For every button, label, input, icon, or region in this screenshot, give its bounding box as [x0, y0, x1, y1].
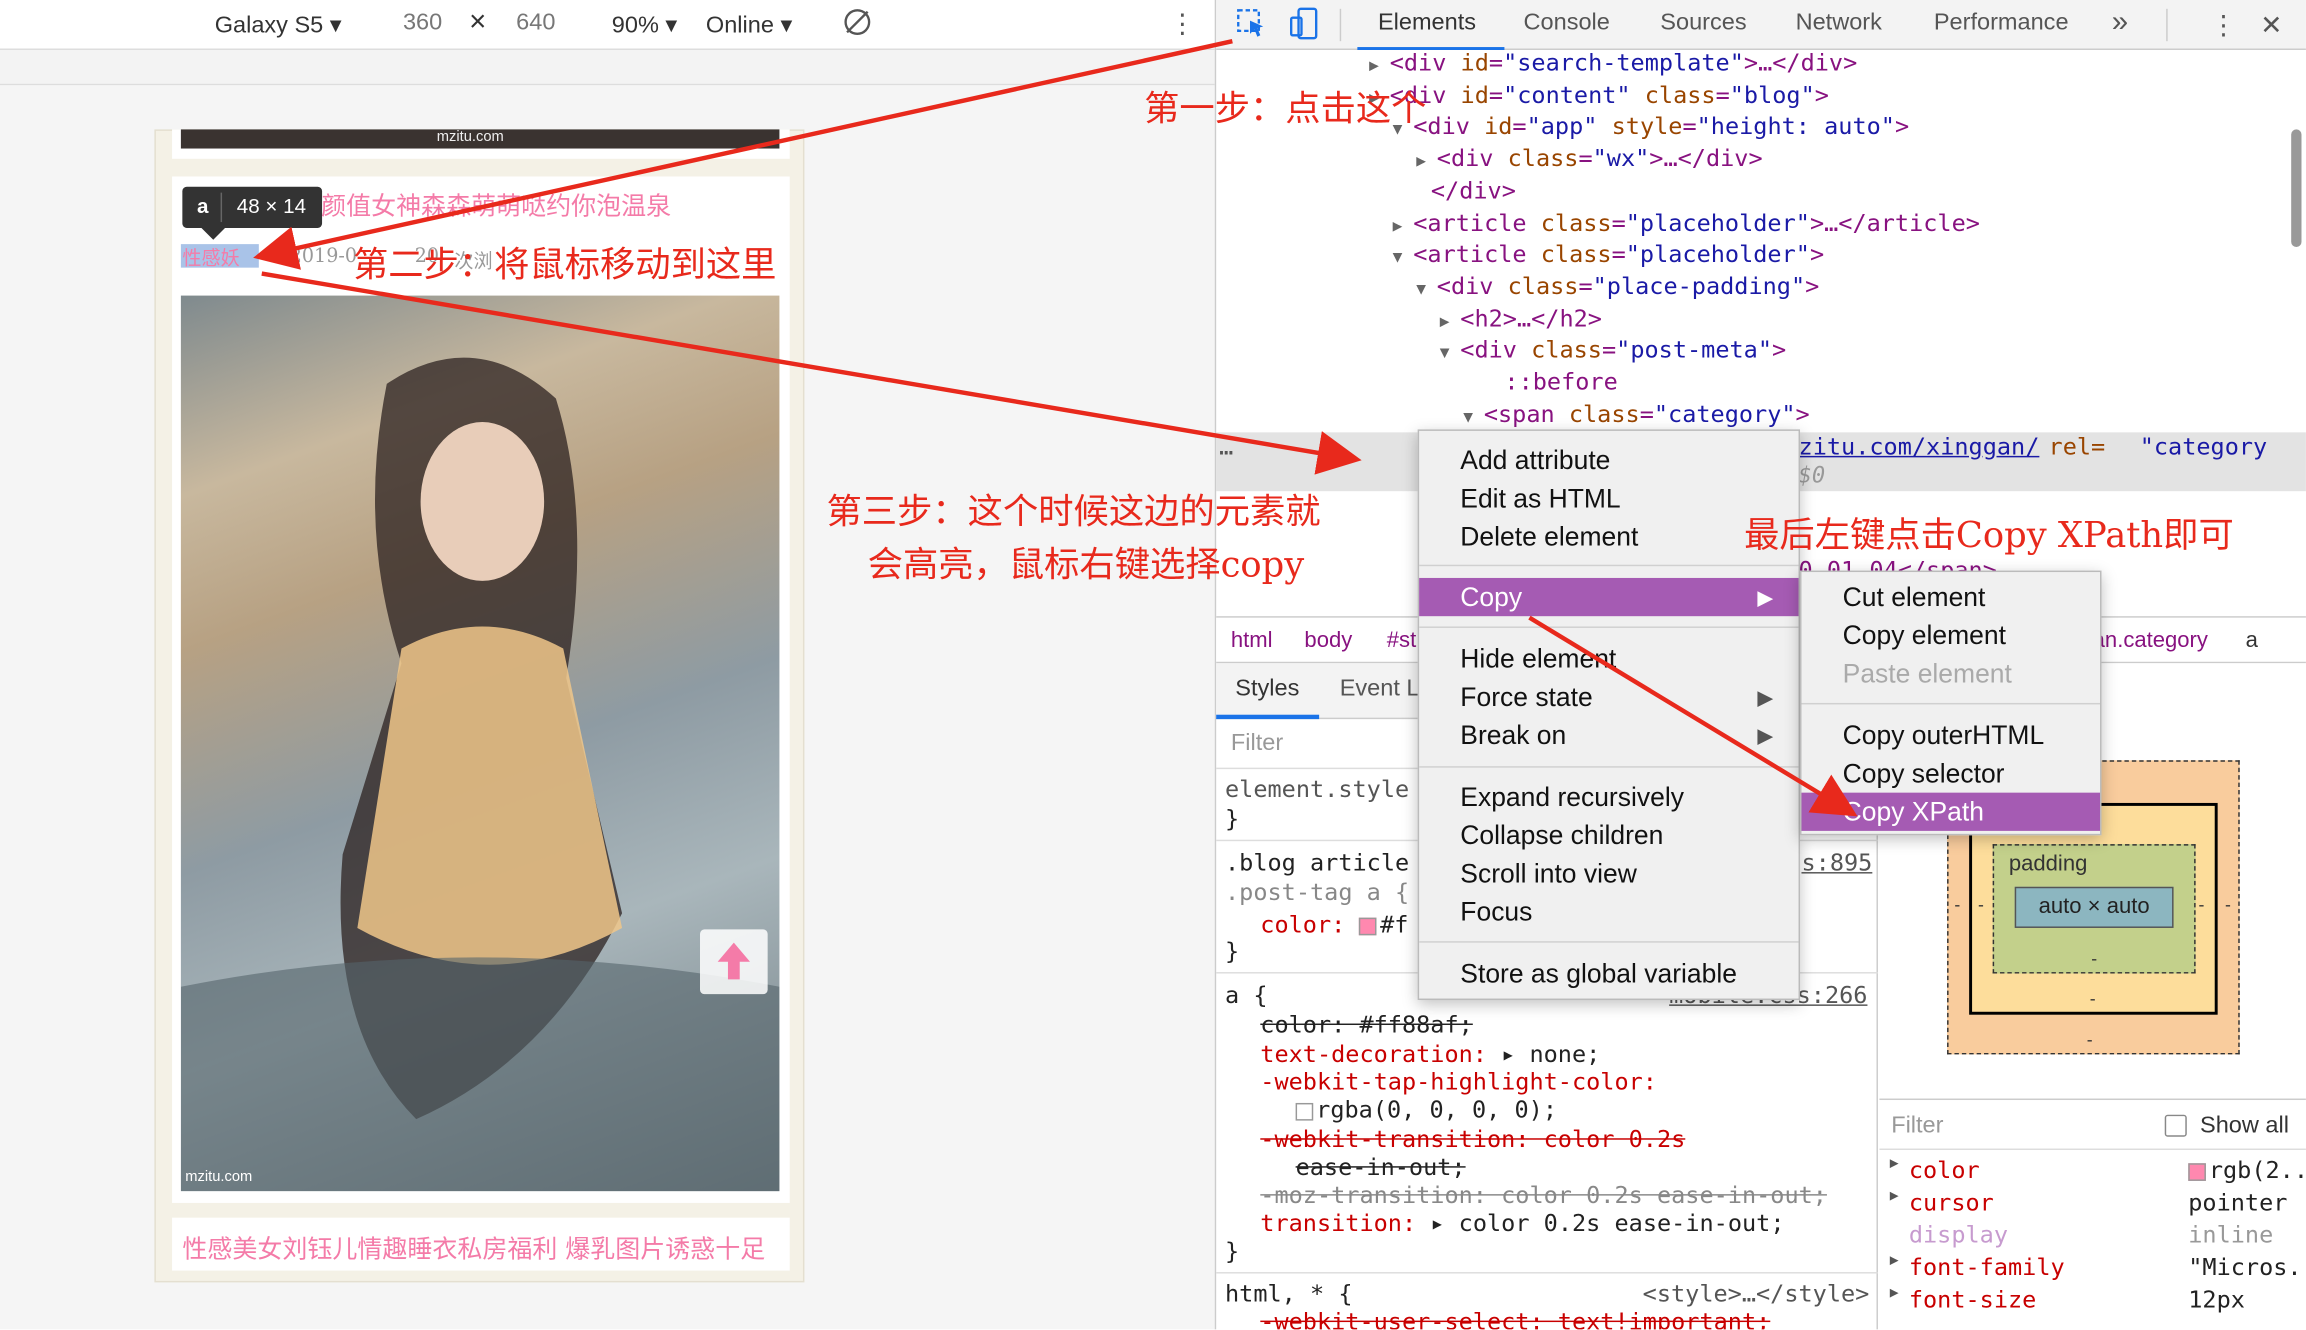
screenshot-root: Galaxy S5 ▾ 360 × 640 90% ▾ Online ▾ ⋮ m…	[0, 0, 2306, 1330]
arrow-step3	[1528, 615, 1858, 817]
arrow-step1	[253, 39, 1233, 270]
arrow-step2	[261, 271, 1362, 475]
annotation-arrows	[253, 39, 1858, 817]
